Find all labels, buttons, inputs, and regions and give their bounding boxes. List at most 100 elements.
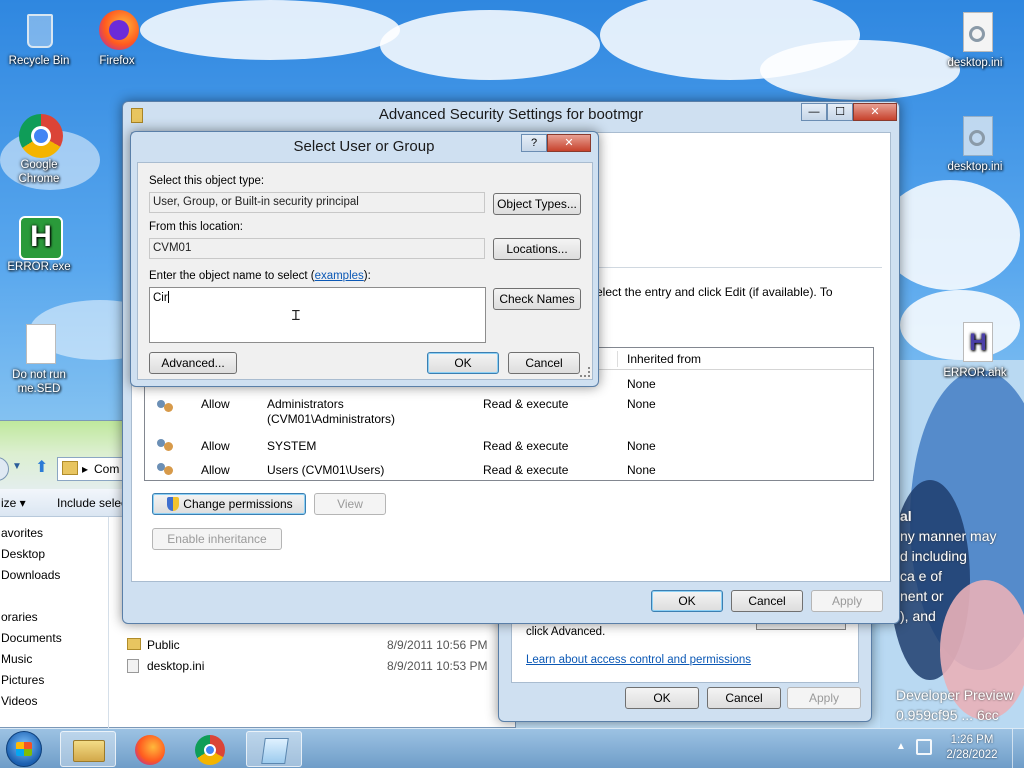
autohotkey-icon: H <box>17 214 63 260</box>
advanced-ok-button[interactable]: OK <box>651 590 723 612</box>
address-chevron: ▸ <box>82 462 89 476</box>
wallpaper-text: al ny manner may d including ca e of nen… <box>900 508 997 624</box>
enable-inheritance-button[interactable]: Enable inheritance <box>152 528 282 550</box>
advanced-button[interactable]: Advanced... <box>149 352 237 374</box>
taskbar-explorer[interactable] <box>60 731 116 767</box>
help-button[interactable]: ? <box>521 134 547 152</box>
nav-item-desktop[interactable]: Desktop <box>1 544 45 565</box>
nav-item-pictures[interactable]: Pictures <box>1 670 44 691</box>
table-row[interactable]: Allow SYSTEM Read & execute None <box>145 435 873 457</box>
select-cancel-button[interactable]: Cancel <box>508 352 580 374</box>
nav-item-music[interactable]: Music <box>1 649 32 670</box>
location-field: CVM01 <box>149 238 485 259</box>
row-principal: SYSTEM <box>267 439 317 453</box>
include-in-library-button[interactable]: Include selec <box>57 489 127 517</box>
desktop-icon-recycle-bin[interactable]: Recycle Bin <box>1 8 77 68</box>
desktop-icon-error-exe[interactable]: H ERROR.exe <box>1 214 77 274</box>
desktop-icon-do-not-run[interactable]: Do not run me.SED <box>1 322 77 396</box>
row-inherited: None <box>627 377 656 391</box>
table-row[interactable]: Allow Users (CVM01\Users) Read & execute… <box>145 459 873 481</box>
settings-file-icon <box>953 10 997 54</box>
desktop-icon-label: Recycle Bin <box>8 55 70 67</box>
desktop-icon-label: ERROR.ahk <box>943 367 1007 379</box>
row-inherited: None <box>627 439 656 453</box>
show-hidden-icons[interactable]: ▲ <box>896 741 906 752</box>
nav-item-documents[interactable]: Documents <box>1 628 62 649</box>
close-button[interactable]: ✕ <box>853 103 897 121</box>
select-close-button[interactable]: ✕ <box>547 134 591 152</box>
desktop-icon-desktop-ini[interactable]: desktop.ini <box>937 114 1013 174</box>
enter-name-text: Enter the object name to select ( <box>149 270 315 282</box>
text-caret <box>167 291 169 303</box>
desktop-icon-label: Google Chrome <box>18 159 60 185</box>
learn-access-control-link[interactable]: Learn about access control and permissio… <box>526 654 751 666</box>
row-inherited: None <box>627 463 656 477</box>
start-button[interactable] <box>6 731 42 767</box>
change-permissions-button[interactable]: Change permissions <box>152 493 306 515</box>
examples-link[interactable]: examples <box>315 270 364 282</box>
file-row[interactable]: Public 8/9/2011 10:56 PM <box>127 635 497 655</box>
object-types-button[interactable]: Object Types... <box>493 193 581 215</box>
nav-item-downloads[interactable]: Downloads <box>1 565 60 586</box>
show-desktop-button[interactable] <box>1012 729 1024 768</box>
properties-cancel-button[interactable]: Cancel <box>707 687 781 709</box>
object-name-input[interactable]: Cir Ɪ <box>149 287 486 343</box>
select-user-dialog: Select User or Group ? ✕ Select this obj… <box>130 131 599 387</box>
users-icon <box>157 463 173 477</box>
nav-item-favorites[interactable]: avorites <box>1 523 43 544</box>
network-icon[interactable] <box>916 739 932 755</box>
taskbar: ▲ 1:26 PM 2/28/2022 <box>0 728 1024 768</box>
properties-ok-button[interactable]: OK <box>625 687 699 709</box>
advanced-window-title: Advanced Security Settings for bootmgr <box>378 106 644 123</box>
desktop-icon-error-ahk[interactable]: H ERROR.ahk <box>937 320 1013 380</box>
recycle-bin-icon <box>17 8 61 52</box>
nav-item-videos[interactable]: Videos <box>1 691 37 712</box>
change-permissions-label: Change permissions <box>183 497 293 511</box>
organize-button[interactable]: ize ▾ <box>1 489 26 517</box>
resize-grip[interactable] <box>580 367 590 377</box>
taskbar-chrome[interactable] <box>182 731 238 767</box>
taskbar-firefox[interactable] <box>122 731 178 767</box>
clock[interactable]: 1:26 PM 2/28/2022 <box>942 733 1002 763</box>
advanced-cancel-button[interactable]: Cancel <box>731 590 803 612</box>
maximize-button[interactable]: ☐ <box>827 103 853 121</box>
chrome-icon-center <box>204 744 216 756</box>
uac-shield-icon <box>167 497 179 511</box>
advanced-apply-button[interactable]: Apply <box>811 590 883 612</box>
address-text: Com <box>94 462 120 476</box>
desktop-icon-label: Do not run me.SED <box>12 369 66 395</box>
row-principal: Users (CVM01\Users) <box>267 463 385 477</box>
taskbar-notepad[interactable] <box>246 731 302 767</box>
properties-apply-button[interactable]: Apply <box>787 687 861 709</box>
file-row[interactable]: desktop.ini 8/9/2011 10:53 PM <box>127 656 497 676</box>
locations-button[interactable]: Locations... <box>493 238 581 260</box>
ibeam-cursor-icon: Ɪ <box>292 307 300 323</box>
nav-item-libraries[interactable]: oraries <box>1 607 38 628</box>
row-access: Read & execute <box>483 397 569 411</box>
file-name: Public <box>147 638 180 652</box>
minimize-button[interactable]: — <box>801 103 827 121</box>
folder-icon <box>62 461 78 475</box>
select-ok-button[interactable]: OK <box>427 352 499 374</box>
desktop-icon-chrome[interactable]: Google Chrome <box>1 112 77 186</box>
file-date: 8/9/2011 10:56 PM <box>387 638 488 652</box>
forward-dropdown-icon[interactable]: ▼ <box>12 461 22 472</box>
row-principal: Administrators (CVM01\Administrators) <box>267 397 396 426</box>
view-button[interactable]: View <box>314 493 386 515</box>
check-names-button[interactable]: Check Names <box>493 288 581 310</box>
file-name: desktop.ini <box>147 659 205 673</box>
ahk-file-icon: H <box>953 320 997 364</box>
up-arrow-icon[interactable]: ⬆ <box>35 457 48 477</box>
desktop-icon-desktop-ini[interactable]: desktop.ini <box>937 10 1013 70</box>
object-type-label: Select this object type: <box>149 175 265 187</box>
row-inherited: None <box>627 397 656 411</box>
click-advanced-text: click Advanced. <box>526 626 606 638</box>
desktop-icon-firefox[interactable]: Firefox <box>79 8 155 68</box>
row-type: Allow <box>201 463 230 477</box>
table-row[interactable]: Allow Administrators (CVM01\Administrato… <box>145 397 873 433</box>
col-inherited-from[interactable]: Inherited from <box>627 348 701 370</box>
settings-file-icon <box>953 114 997 158</box>
wallpaper-developer-text: Developer Preview 0.959cf95 ... 6cc <box>896 687 1014 723</box>
chrome-icon <box>17 112 63 158</box>
window-folder-icon <box>131 108 143 123</box>
